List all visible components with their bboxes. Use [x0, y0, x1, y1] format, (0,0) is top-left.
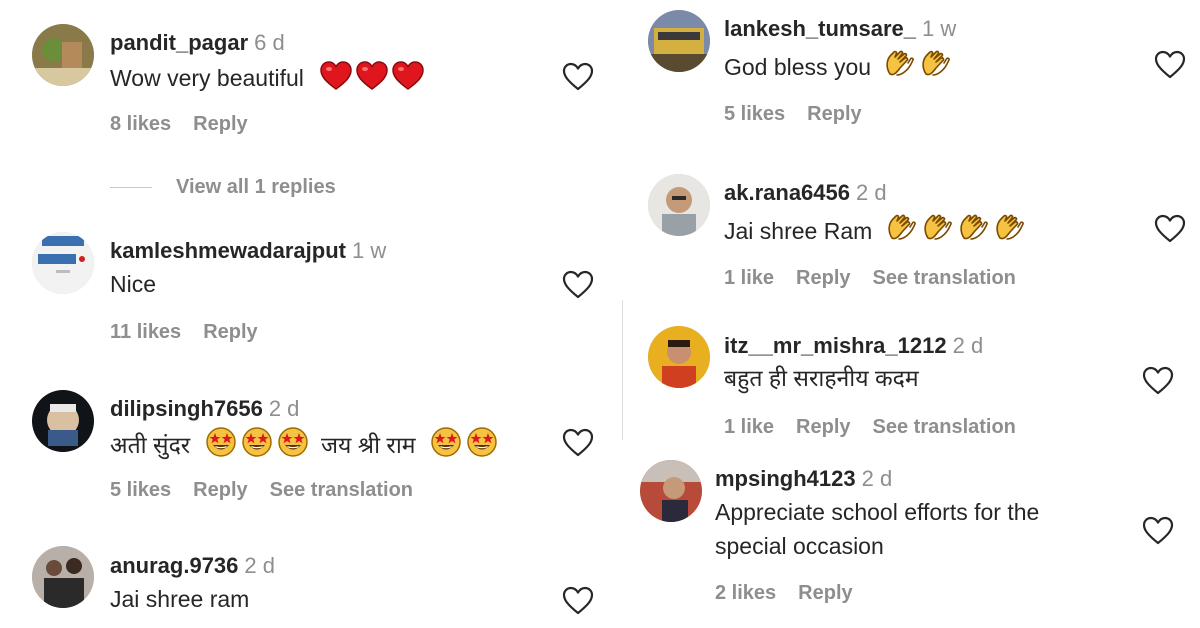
view-replies-link[interactable]: View all 1 replies: [176, 176, 336, 199]
likes-count[interactable]: 1 like: [724, 267, 774, 289]
avatar[interactable]: [648, 174, 710, 236]
star-struck-emoji: [466, 426, 498, 458]
reply-button[interactable]: Reply: [193, 479, 247, 501]
avatar[interactable]: [32, 390, 94, 452]
timestamp[interactable]: 2 d: [244, 553, 275, 578]
clapping-hands-emoji: [919, 48, 951, 80]
timestamp[interactable]: 1 w: [922, 16, 956, 41]
like-heart-icon[interactable]: [562, 270, 594, 300]
reply-button[interactable]: Reply: [807, 103, 861, 125]
avatar[interactable]: [32, 24, 94, 86]
comment-header: kamleshmewadarajput 1 w: [110, 238, 386, 264]
username[interactable]: mpsingh4123: [715, 466, 856, 491]
likes-count[interactable]: 8 likes: [110, 113, 171, 135]
avatar[interactable]: [32, 232, 94, 294]
red-heart-emoji: [320, 61, 352, 91]
timestamp[interactable]: 2 d: [862, 466, 893, 491]
likes-count[interactable]: 1 like: [724, 416, 774, 438]
reply-button[interactable]: Reply: [796, 267, 850, 289]
comment-text: अती सुंदर जय श्री राम: [110, 426, 498, 459]
comment-text: God bless you: [724, 48, 951, 81]
timestamp[interactable]: 2 d: [856, 180, 887, 205]
comment-header: dilipsingh7656 2 d: [110, 396, 299, 422]
likes-count[interactable]: 2 likes: [715, 582, 776, 604]
avatar[interactable]: [32, 546, 94, 608]
comment-text: Wow very beautiful: [110, 61, 424, 92]
comment-header: ak.rana6456 2 d: [724, 180, 887, 206]
username[interactable]: kamleshmewadarajput: [110, 238, 346, 263]
comment-meta: 5 likes Reply See translation: [110, 478, 435, 502]
red-heart-emoji: [356, 61, 388, 91]
reply-button[interactable]: Reply: [796, 416, 850, 438]
clapping-hands-emoji: [921, 212, 953, 244]
clapping-hands-emoji: [885, 212, 917, 244]
comment-header: mpsingh4123 2 d: [715, 466, 892, 492]
comment-meta: 1 like Reply See translation: [724, 266, 1038, 290]
timestamp[interactable]: 2 d: [953, 333, 984, 358]
comment-header: pandit_pagar 6 d: [110, 30, 285, 56]
clapping-hands-emoji: [957, 212, 989, 244]
comment-meta: 8 likes Reply: [110, 112, 270, 136]
timestamp[interactable]: 6 d: [254, 30, 285, 55]
comment-header: lankesh_tumsare_ 1 w: [724, 16, 956, 42]
likes-count[interactable]: 5 likes: [110, 479, 171, 501]
star-struck-emoji: [430, 426, 462, 458]
comment-text: Jai shree Ram: [724, 212, 1025, 245]
username[interactable]: itz__mr_mishra_1212: [724, 333, 947, 358]
like-heart-icon[interactable]: [1154, 214, 1186, 244]
clapping-hands-emoji: [993, 212, 1025, 244]
red-heart-emoji: [392, 61, 424, 91]
avatar[interactable]: [648, 326, 710, 388]
like-heart-icon[interactable]: [562, 586, 594, 616]
username[interactable]: lankesh_tumsare_: [724, 16, 916, 41]
username[interactable]: pandit_pagar: [110, 30, 248, 55]
timestamp[interactable]: 2 d: [269, 396, 300, 421]
like-heart-icon[interactable]: [1142, 366, 1174, 396]
username[interactable]: dilipsingh7656: [110, 396, 263, 421]
comment-header: anurag.9736 2 d: [110, 553, 275, 579]
reply-button[interactable]: Reply: [798, 582, 852, 604]
likes-count[interactable]: 5 likes: [724, 103, 785, 125]
reply-button[interactable]: Reply: [203, 321, 257, 343]
username[interactable]: anurag.9736: [110, 553, 238, 578]
star-struck-emoji: [241, 426, 273, 458]
comment-meta: 5 likes Reply: [724, 102, 884, 126]
see-translation-button[interactable]: See translation: [873, 267, 1016, 289]
star-struck-emoji: [277, 426, 309, 458]
avatar[interactable]: [648, 10, 710, 72]
like-heart-icon[interactable]: [562, 428, 594, 458]
like-heart-icon[interactable]: [1142, 516, 1174, 546]
like-heart-icon[interactable]: [1154, 50, 1186, 80]
comment-text: Jai shree ram: [110, 586, 250, 612]
comment-text: Appreciate school efforts for the specia…: [715, 499, 1040, 559]
see-translation-button[interactable]: See translation: [270, 479, 413, 501]
username[interactable]: ak.rana6456: [724, 180, 850, 205]
comment-meta: 11 likes Reply: [110, 320, 280, 344]
timestamp[interactable]: 1 w: [352, 238, 386, 263]
comment-text: Nice: [110, 271, 157, 297]
like-heart-icon[interactable]: [562, 62, 594, 92]
see-translation-button[interactable]: See translation: [873, 416, 1016, 438]
likes-count[interactable]: 11 likes: [110, 321, 181, 343]
avatar[interactable]: [640, 460, 702, 522]
comment-text: बहुत ही सराहनीय कदम: [724, 365, 919, 391]
reply-button[interactable]: Reply: [193, 113, 247, 135]
comment-header: itz__mr_mishra_1212 2 d: [724, 333, 983, 359]
column-divider: [622, 300, 623, 440]
comment-meta: 2 likes Reply: [715, 581, 875, 605]
comment-meta: 1 like Reply See translation: [724, 415, 1038, 439]
clapping-hands-emoji: [883, 48, 915, 80]
star-struck-emoji: [205, 426, 237, 458]
divider-line: [110, 187, 152, 188]
